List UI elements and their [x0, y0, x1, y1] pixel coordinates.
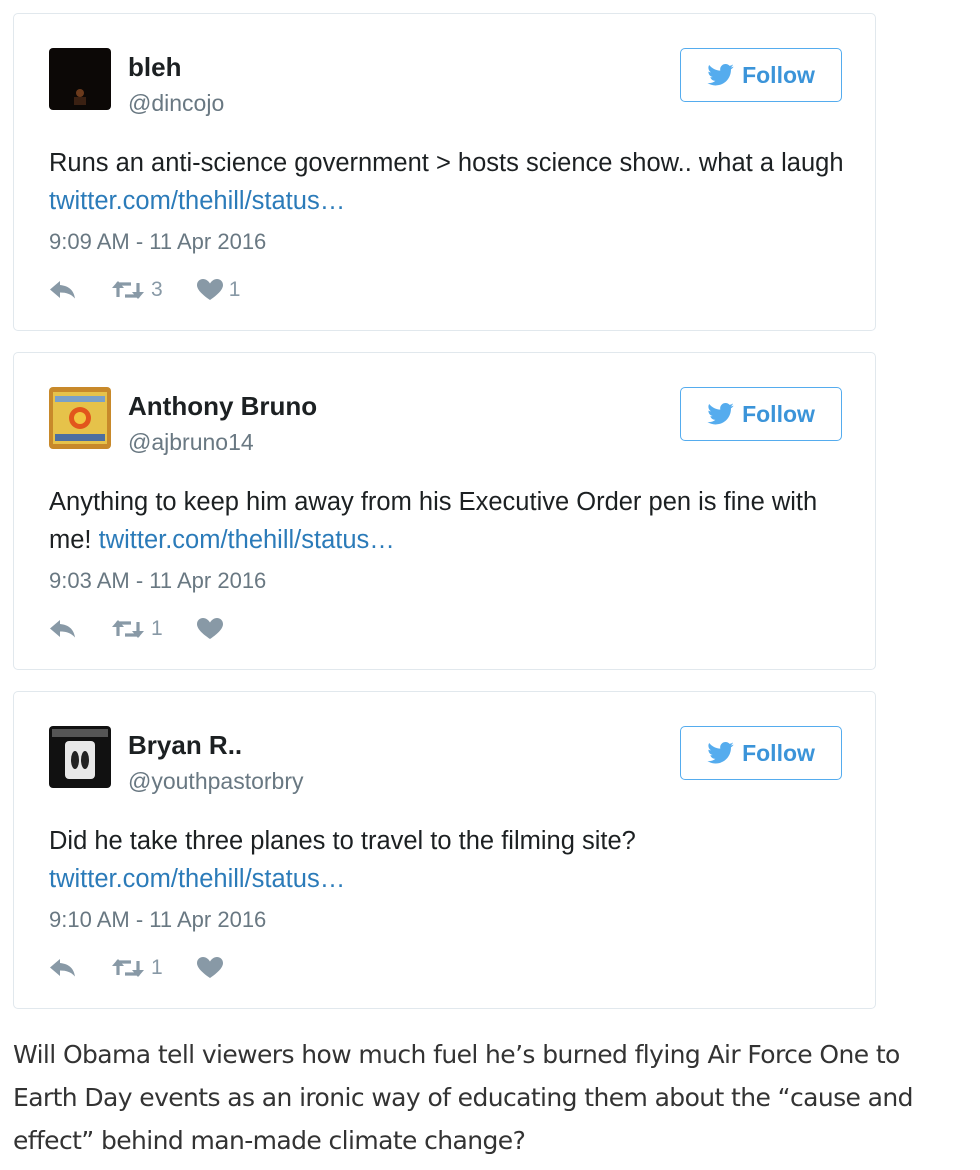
- retweet-icon: [112, 620, 144, 638]
- retweet-button[interactable]: 1: [111, 617, 163, 641]
- follow-label: Follow: [742, 739, 815, 766]
- follow-button[interactable]: Follow: [680, 48, 842, 102]
- tweet-card-3: Bryan R.. @youthpastorbry Follow Did he …: [13, 691, 876, 1009]
- retweet-button[interactable]: 1: [111, 956, 163, 980]
- tweet-actions: 3 1: [49, 278, 274, 302]
- tweet-card-1: bleh @dincojo Follow Runs an anti-scienc…: [13, 13, 876, 331]
- retweet-count: 1: [151, 956, 163, 979]
- tweet-timestamp[interactable]: 9:03 AM - 11 Apr 2016: [49, 568, 266, 594]
- follow-button[interactable]: Follow: [680, 726, 842, 780]
- retweet-icon: [112, 959, 144, 977]
- reply-button[interactable]: [49, 958, 77, 978]
- user-name[interactable]: Bryan R..: [128, 730, 242, 761]
- reply-button[interactable]: [49, 619, 77, 639]
- user-handle[interactable]: @ajbruno14: [128, 429, 254, 456]
- tweet-body: Did he take three planes to travel to th…: [49, 827, 636, 855]
- twitter-bird-icon: [707, 742, 734, 764]
- tweet-actions: 1: [49, 956, 263, 980]
- twitter-bird-icon: [707, 403, 734, 425]
- like-button[interactable]: 1: [196, 278, 241, 302]
- tweet-link[interactable]: twitter.com/thehill/status…: [49, 865, 345, 893]
- retweet-icon: [112, 281, 144, 299]
- twitter-bird-icon: [707, 64, 734, 86]
- user-name[interactable]: bleh: [128, 52, 181, 83]
- heart-icon: [196, 618, 223, 639]
- heart-icon: [196, 957, 223, 978]
- tweet-text: Runs an anti-science government > hosts …: [49, 144, 849, 220]
- heart-icon: [196, 279, 223, 300]
- follow-button[interactable]: Follow: [680, 387, 842, 441]
- tweet-text: Anything to keep him away from his Execu…: [49, 483, 849, 559]
- tweet-timestamp[interactable]: 9:09 AM - 11 Apr 2016: [49, 229, 266, 255]
- tweet-link[interactable]: twitter.com/thehill/status…: [49, 187, 345, 215]
- tweet-actions: 1: [49, 617, 263, 641]
- tweet-body: Runs an anti-science government > hosts …: [49, 149, 844, 177]
- user-handle[interactable]: @youthpastorbry: [128, 768, 304, 795]
- user-handle[interactable]: @dincojo: [128, 90, 224, 117]
- retweet-count: 3: [151, 278, 163, 301]
- like-button[interactable]: [196, 957, 229, 979]
- retweet-button[interactable]: 3: [111, 278, 163, 302]
- avatar[interactable]: [49, 726, 111, 788]
- reply-icon: [50, 620, 75, 638]
- reply-button[interactable]: [49, 280, 77, 300]
- follow-label: Follow: [742, 61, 815, 88]
- follow-label: Follow: [742, 400, 815, 427]
- tweet-timestamp[interactable]: 9:10 AM - 11 Apr 2016: [49, 907, 266, 933]
- tweet-card-2: Anthony Bruno @ajbruno14 Follow Anything…: [13, 352, 876, 670]
- reply-icon: [50, 959, 75, 977]
- user-name[interactable]: Anthony Bruno: [128, 391, 317, 422]
- reply-icon: [50, 281, 75, 299]
- article-paragraph: Will Obama tell viewers how much fuel he…: [13, 1040, 913, 1155]
- avatar[interactable]: [49, 387, 111, 449]
- like-count: 1: [228, 278, 241, 301]
- like-button[interactable]: [196, 618, 229, 640]
- retweet-count: 1: [151, 617, 163, 640]
- tweet-link[interactable]: twitter.com/thehill/status…: [99, 526, 395, 554]
- avatar[interactable]: [49, 48, 111, 110]
- tweet-text: Did he take three planes to travel to th…: [49, 822, 849, 898]
